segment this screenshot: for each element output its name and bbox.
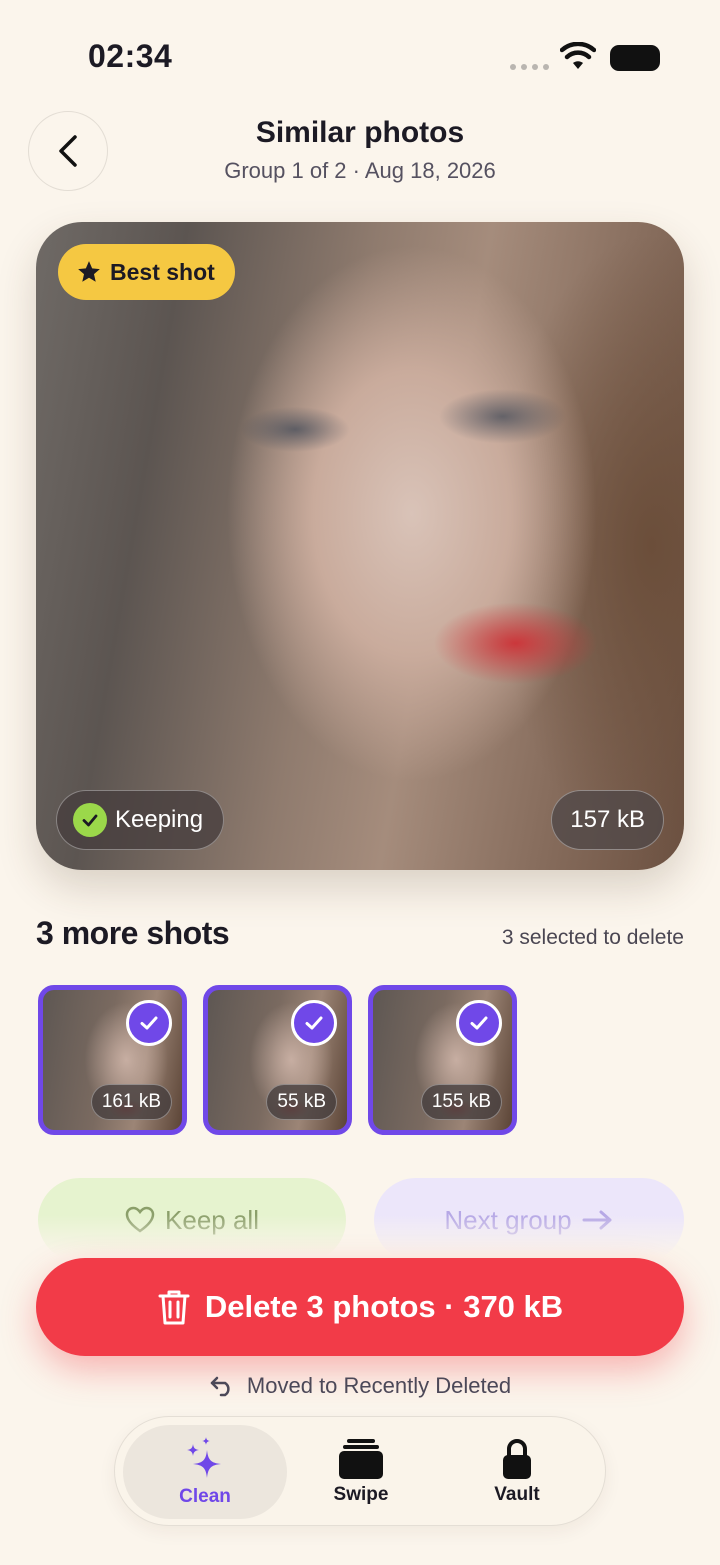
thumbnail-2[interactable]: 55 kB (203, 985, 352, 1135)
page-title: Similar photos (255, 116, 465, 149)
more-shots-title: 3 more shots (36, 915, 230, 951)
thumbnail-size: 55 kB (266, 1084, 337, 1120)
keeping-badge[interactable]: Keeping (56, 790, 225, 850)
tab-clean[interactable]: Clean (123, 1425, 287, 1519)
cards-stack-icon (339, 1439, 383, 1479)
battery-icon (610, 45, 660, 71)
best-photo[interactable]: Best shot Keeping 157 kB (36, 222, 684, 870)
selected-check-icon[interactable] (456, 1000, 502, 1046)
recently-deleted-note: Moved to Recently Deleted (0, 1373, 720, 1399)
delete-label: Delete 3 photos · 370 kB (204, 1289, 564, 1324)
delete-button[interactable]: Delete 3 photos · 370 kB (36, 1258, 684, 1356)
undo-icon (210, 1376, 230, 1397)
selected-check-icon[interactable] (291, 1000, 337, 1046)
thumbnail-list: 161 kB 55 kB 155 kB (38, 985, 517, 1135)
lock-icon (503, 1439, 531, 1479)
tab-bar: Clean Swipe Vault (114, 1416, 606, 1526)
keeping-label: Keeping (115, 806, 204, 833)
trash-icon (158, 1290, 190, 1325)
check-icon (73, 803, 107, 837)
tab-vault[interactable]: Vault (435, 1425, 599, 1519)
thumbnail-size: 155 kB (420, 1084, 502, 1120)
photo-size-badge: 157 kB (551, 790, 664, 850)
selected-check-icon[interactable] (126, 1000, 172, 1046)
page-subtitle: Group 1 of 2 · Aug 18, 2026 (224, 158, 496, 183)
thumbnail-1[interactable]: 161 kB (38, 985, 187, 1135)
tab-clean-label: Clean (179, 1486, 231, 1507)
sparkles-icon (187, 1437, 221, 1478)
signal-dots-icon (510, 64, 549, 70)
portrait-photo (36, 222, 684, 870)
thumbnail-3[interactable]: 155 kB (368, 985, 517, 1135)
selected-count: 3 selected to delete (501, 926, 684, 949)
tab-vault-label: Vault (494, 1484, 540, 1505)
status-time: 02:34 (88, 38, 173, 74)
thumbnail-size: 161 kB (90, 1084, 172, 1120)
best-shot-badge: Best shot (58, 244, 235, 300)
star-icon (78, 261, 100, 282)
recently-deleted-label: Moved to Recently Deleted (246, 1373, 512, 1398)
tab-swipe-label: Swipe (333, 1484, 389, 1505)
wifi-icon (560, 42, 596, 69)
tab-swipe[interactable]: Swipe (279, 1425, 443, 1519)
best-shot-label: Best shot (110, 258, 215, 285)
